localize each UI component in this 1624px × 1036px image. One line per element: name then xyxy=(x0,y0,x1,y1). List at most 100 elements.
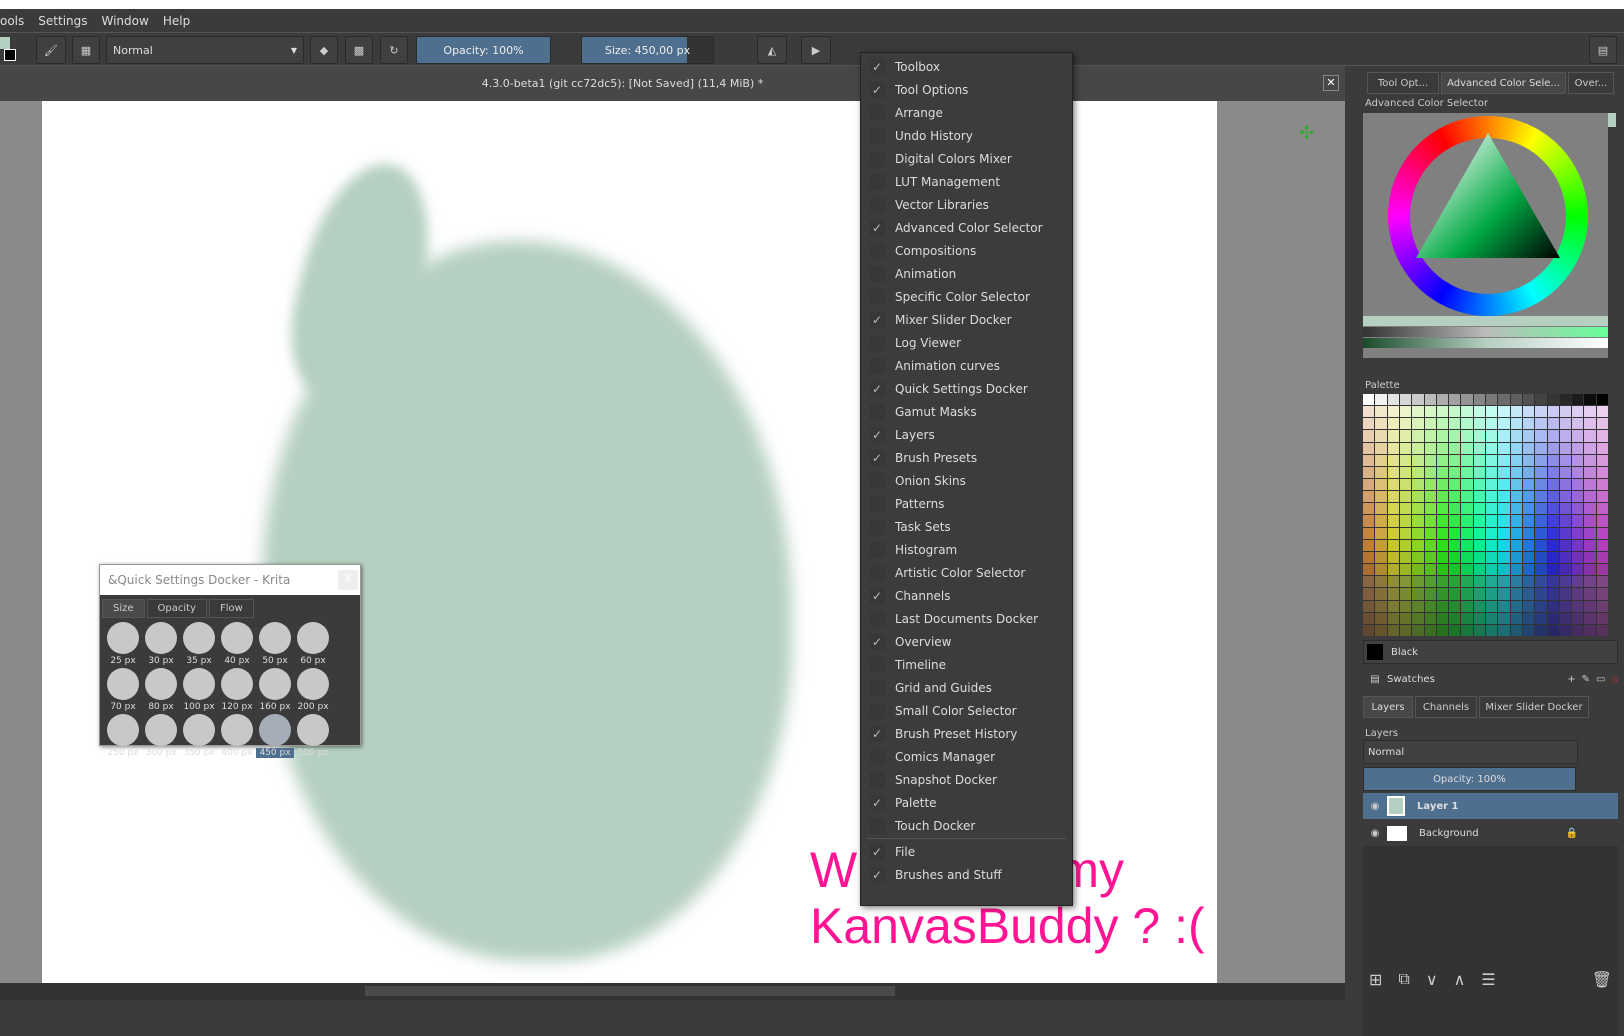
palette-swatch[interactable] xyxy=(1424,442,1436,454)
palette-swatch[interactable] xyxy=(1510,624,1522,636)
palette-swatch[interactable] xyxy=(1449,454,1461,466)
menu-item[interactable]: Onion Skins xyxy=(861,469,1072,492)
palette-swatch[interactable] xyxy=(1522,454,1535,466)
wrap-button[interactable]: ▶ xyxy=(801,36,831,64)
palette-swatch[interactable] xyxy=(1412,479,1424,491)
palette-swatch[interactable] xyxy=(1375,466,1387,479)
palette-swatch[interactable] xyxy=(1572,515,1584,527)
palette-swatch[interactable] xyxy=(1387,515,1399,527)
palette-swatch[interactable] xyxy=(1473,551,1485,564)
palette-swatch[interactable] xyxy=(1461,454,1473,466)
menu-item[interactable]: ✓ Overview xyxy=(861,630,1072,653)
palette-swatch[interactable] xyxy=(1399,491,1412,503)
palette-swatch[interactable] xyxy=(1461,539,1473,551)
palette-swatch[interactable] xyxy=(1436,491,1449,503)
palette-swatch[interactable] xyxy=(1363,539,1375,551)
palette-swatch[interactable] xyxy=(1547,454,1559,466)
palette-swatch[interactable] xyxy=(1596,442,1608,454)
menu-item[interactable]: Arrange xyxy=(861,101,1072,124)
palette-swatch[interactable] xyxy=(1486,527,1498,539)
menu-item[interactable]: Artistic Color Selector xyxy=(861,561,1072,584)
palette-swatch[interactable] xyxy=(1473,576,1485,588)
palette-swatch[interactable] xyxy=(1363,479,1375,491)
palette-swatch[interactable] xyxy=(1510,442,1522,454)
palette-swatch[interactable] xyxy=(1547,515,1559,527)
palette-swatch[interactable] xyxy=(1522,612,1535,624)
palette-swatch[interactable] xyxy=(1547,430,1559,442)
palette-swatch[interactable] xyxy=(1363,588,1375,600)
palette-swatch[interactable] xyxy=(1473,588,1485,600)
layer-blend-mode-select[interactable]: Normal xyxy=(1363,740,1578,764)
palette-swatch[interactable] xyxy=(1424,600,1436,612)
palette-swatch[interactable] xyxy=(1559,491,1572,503)
palette-swatch[interactable] xyxy=(1584,612,1596,624)
palette-swatch[interactable] xyxy=(1449,466,1461,479)
palette-swatch[interactable] xyxy=(1461,624,1473,636)
palette-swatch[interactable] xyxy=(1596,430,1608,442)
palette-swatch[interactable] xyxy=(1473,479,1485,491)
palette-swatch[interactable] xyxy=(1412,418,1424,430)
palette-swatch[interactable] xyxy=(1436,576,1449,588)
palette-swatch[interactable] xyxy=(1522,527,1535,539)
palette-swatch[interactable] xyxy=(1375,612,1387,624)
size-option[interactable]: 60 px xyxy=(294,620,332,666)
palette-swatch[interactable] xyxy=(1399,527,1412,539)
size-option[interactable]: 400 px xyxy=(218,712,256,758)
palette-swatch[interactable] xyxy=(1596,406,1608,418)
palette-swatch[interactable] xyxy=(1363,576,1375,588)
menu-item[interactable]: ✓ Brushes and Stuff xyxy=(861,863,1072,886)
palette-swatch[interactable] xyxy=(1449,551,1461,564)
palette-swatch[interactable] xyxy=(1473,527,1485,539)
palette-swatch[interactable] xyxy=(1412,624,1424,636)
menu-item[interactable]: Last Documents Docker xyxy=(861,607,1072,630)
palette-swatch[interactable] xyxy=(1449,624,1461,636)
palette-swatch[interactable] xyxy=(1510,491,1522,503)
palette-swatch[interactable] xyxy=(1399,600,1412,612)
palette-swatch[interactable] xyxy=(1449,491,1461,503)
palette-swatch[interactable] xyxy=(1363,454,1375,466)
palette-swatch[interactable] xyxy=(1559,612,1572,624)
palette-swatch[interactable] xyxy=(1486,418,1498,430)
palette-swatch[interactable] xyxy=(1535,406,1547,418)
palette-swatch[interactable] xyxy=(1572,539,1584,551)
palette-swatch[interactable] xyxy=(1559,539,1572,551)
swatches-icon[interactable]: ▤ xyxy=(1363,674,1387,685)
palette-swatch[interactable] xyxy=(1559,479,1572,491)
palette-swatch[interactable] xyxy=(1547,624,1559,636)
palette-swatch[interactable] xyxy=(1486,551,1498,564)
palette-swatch[interactable] xyxy=(1449,394,1461,406)
palette-swatch[interactable] xyxy=(1572,576,1584,588)
palette-swatch[interactable] xyxy=(1510,576,1522,588)
size-option[interactable]: 100 px xyxy=(180,666,218,712)
palette-swatch[interactable] xyxy=(1486,576,1498,588)
menu-item[interactable]: Log Viewer xyxy=(861,331,1072,354)
palette-swatch[interactable] xyxy=(1572,588,1584,600)
tab-opacity[interactable]: Opacity xyxy=(146,599,207,618)
palette-swatch[interactable] xyxy=(1486,539,1498,551)
palette-swatch[interactable] xyxy=(1486,503,1498,515)
palette-swatch[interactable] xyxy=(1461,491,1473,503)
menu-tools[interactable]: ools xyxy=(0,14,24,28)
opacity-slider[interactable]: Opacity: 100% xyxy=(416,36,551,64)
palette-swatch[interactable] xyxy=(1424,624,1436,636)
palette-swatch[interactable] xyxy=(1375,576,1387,588)
palette-swatch[interactable] xyxy=(1436,539,1449,551)
palette-swatch[interactable] xyxy=(1584,564,1596,576)
menu-item[interactable]: ✓ Advanced Color Selector xyxy=(861,216,1072,239)
palette-swatch[interactable] xyxy=(1387,491,1399,503)
palette-swatch[interactable] xyxy=(1498,600,1510,612)
tab-flow[interactable]: Flow xyxy=(209,599,254,618)
docker-toggle-button[interactable]: ▤ xyxy=(1589,36,1617,64)
palette-swatch[interactable] xyxy=(1559,515,1572,527)
palette-swatch[interactable] xyxy=(1375,503,1387,515)
palette-swatch[interactable] xyxy=(1547,503,1559,515)
menu-item[interactable]: Histogram xyxy=(861,538,1072,561)
palette-swatch[interactable] xyxy=(1387,430,1399,442)
menu-item[interactable]: Animation xyxy=(861,262,1072,285)
properties-icon[interactable]: ☰ xyxy=(1481,970,1495,989)
tab-channels[interactable]: Channels xyxy=(1415,696,1477,718)
palette-swatch[interactable] xyxy=(1547,576,1559,588)
palette-swatch[interactable] xyxy=(1449,418,1461,430)
palette-swatch[interactable] xyxy=(1436,454,1449,466)
size-slider[interactable]: Size: 450,00 px xyxy=(581,36,714,64)
